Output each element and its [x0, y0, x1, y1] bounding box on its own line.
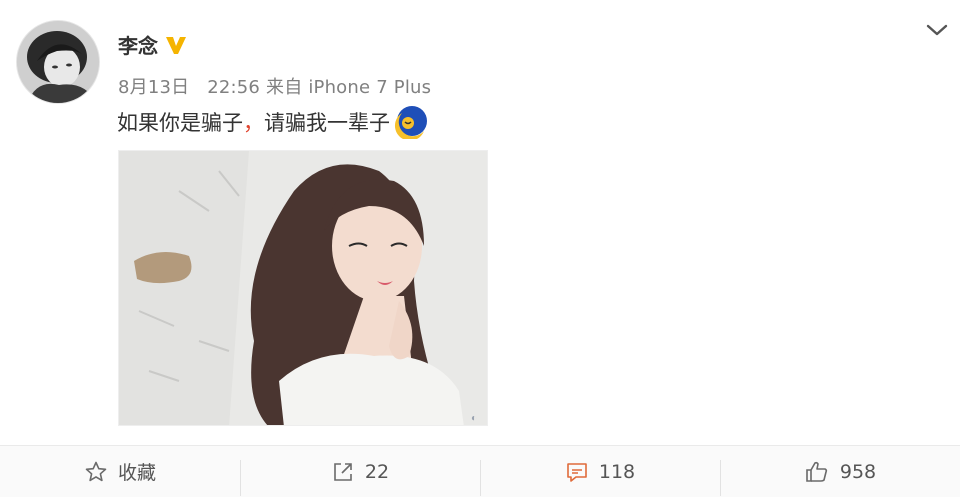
thumbs-up-icon: [804, 460, 830, 484]
weibo-post-card: 李念 8月13日 22:56 来自 iPhone 7 Plus 如果你是骗子 ，…: [0, 0, 960, 497]
post-text-part-1: 如果你是骗子: [117, 111, 243, 135]
verified-badge-icon: [164, 34, 188, 56]
comment-count: 118: [598, 460, 636, 483]
favorite-label: 收藏: [117, 462, 156, 484]
chevron-down-icon[interactable]: [926, 22, 948, 38]
like-button[interactable]: 958: [720, 446, 960, 497]
post-time[interactable]: 22:56: [207, 77, 260, 98]
favorite-button[interactable]: 收藏: [0, 446, 240, 497]
repost-button[interactable]: 22: [240, 446, 480, 497]
post-action-bar: 收藏 22 118 958: [0, 445, 960, 497]
username-text[interactable]: 李念: [118, 30, 158, 59]
comment-button[interactable]: 118: [480, 446, 720, 497]
post-author[interactable]: 李念: [118, 30, 188, 59]
avatar[interactable]: [16, 20, 100, 104]
post-text-part-2: 请骗我一辈子: [264, 111, 390, 135]
post-photo[interactable]: ◐: [118, 150, 488, 426]
post-meta: 8月13日 22:56 来自 iPhone 7 Plus: [118, 73, 431, 99]
comment-icon: [565, 460, 589, 484]
post-source: 来自 iPhone 7 Plus: [266, 77, 432, 98]
post-text: 如果你是骗子 ， 请骗我一辈子: [117, 105, 430, 141]
repost-count: 22: [364, 460, 390, 483]
post-date[interactable]: 8月13日: [118, 77, 189, 98]
svg-text:◐: ◐: [471, 413, 477, 424]
star-icon: [84, 460, 108, 484]
share-icon: [331, 460, 355, 484]
like-count: 958: [839, 460, 877, 483]
post-text-comma: ，: [243, 111, 264, 135]
moon-face-emoji-icon: [392, 101, 430, 141]
